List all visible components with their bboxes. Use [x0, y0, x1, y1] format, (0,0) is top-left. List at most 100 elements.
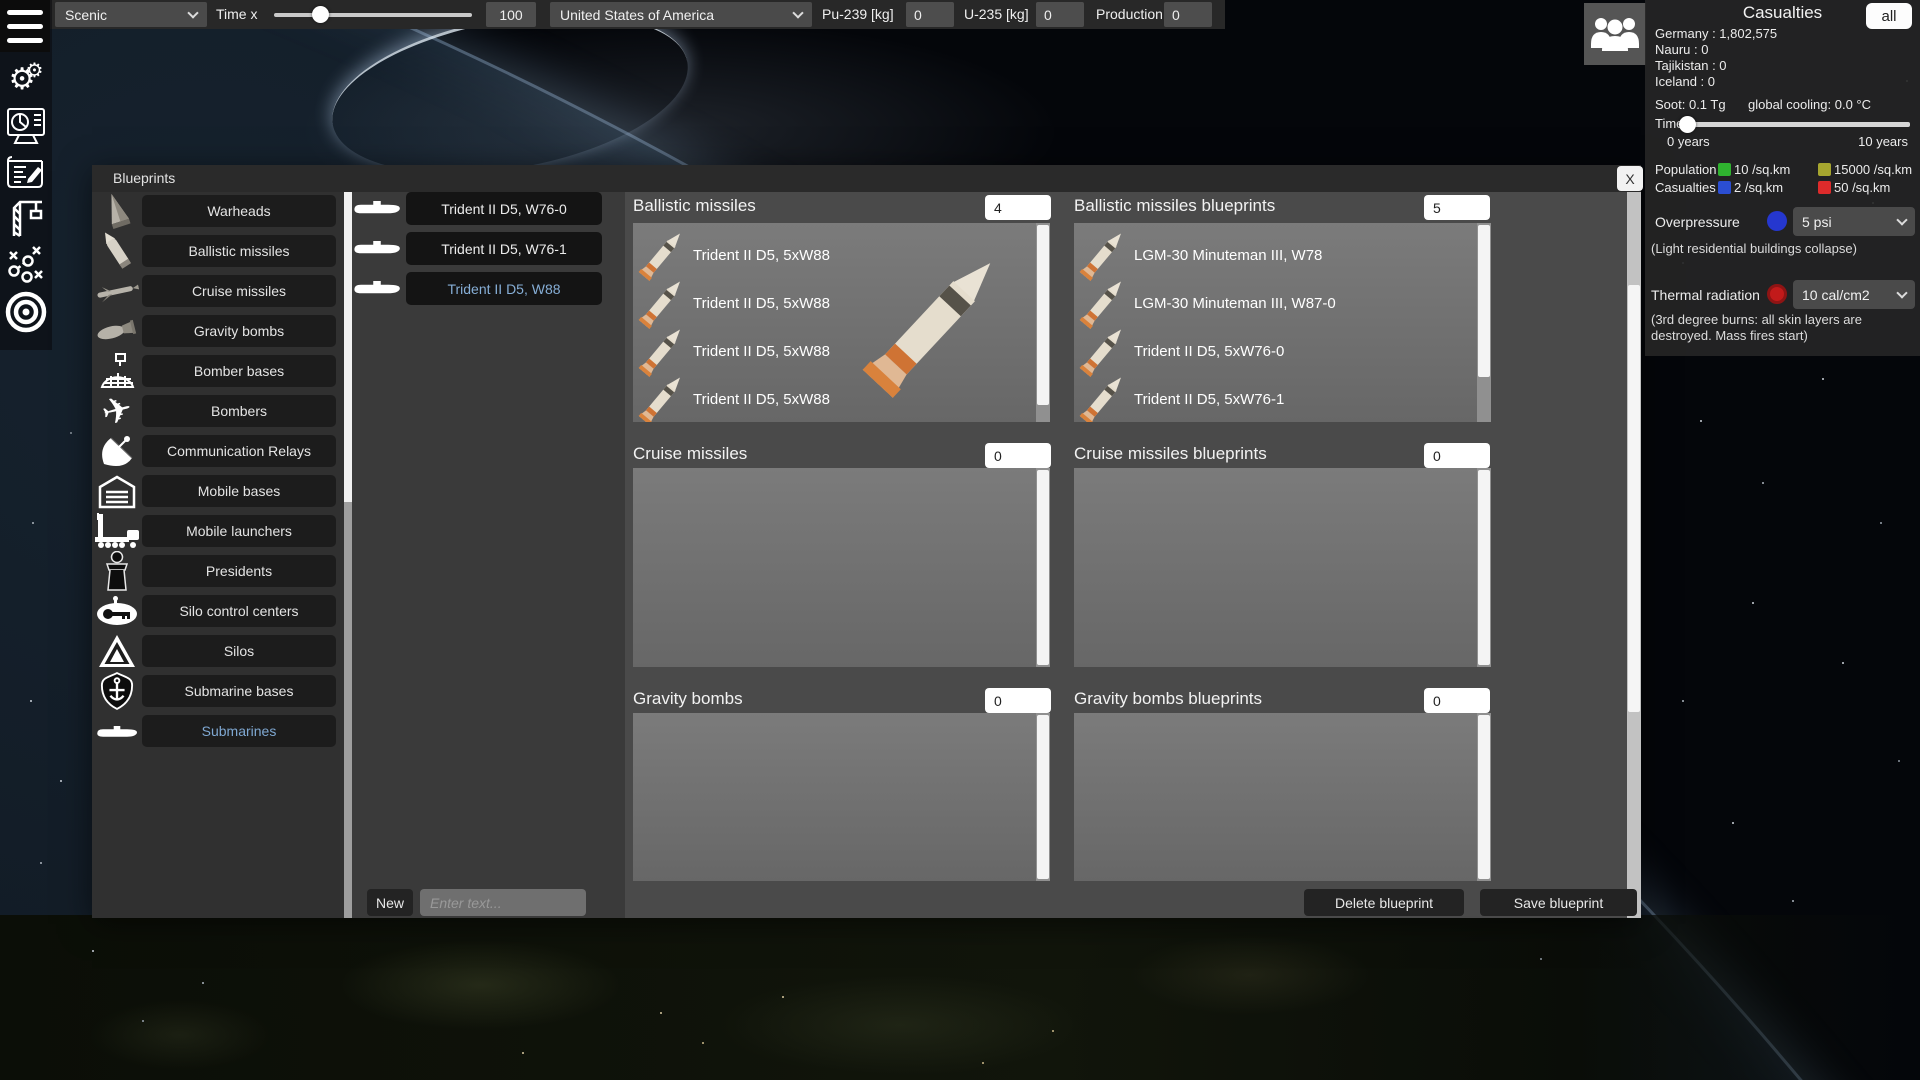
warhead-icon: [94, 191, 140, 231]
category-silo-control-centers[interactable]: Silo control centers: [142, 595, 336, 627]
time-x-value-input[interactable]: [486, 2, 536, 27]
delete-blueprint-button[interactable]: Delete blueprint: [1304, 889, 1464, 916]
casualties-low-swatch: [1718, 181, 1731, 194]
time-slider[interactable]: [1685, 122, 1910, 127]
pu239-input[interactable]: [906, 2, 954, 27]
list-scrollbar[interactable]: [1477, 713, 1491, 881]
country-value: United States of America: [560, 7, 714, 23]
section-count-input[interactable]: [985, 443, 1051, 468]
production-input[interactable]: [1164, 2, 1212, 27]
thermal-description: (3rd degree burns: all skin layers are d…: [1651, 312, 1913, 344]
category-submarines[interactable]: Submarines: [142, 715, 336, 747]
list-scrollbar[interactable]: [1477, 468, 1491, 667]
list-scrollbar[interactable]: [1036, 713, 1050, 881]
thermal-radiation-label: Thermal radiation: [1651, 287, 1760, 303]
category-bomber-bases[interactable]: Bomber bases: [142, 355, 336, 387]
section-count-input[interactable]: [1424, 688, 1490, 713]
time-max-label: 10 years: [1858, 134, 1908, 150]
casualties-panel: Casualties all Germany : 1,802,575 Nauru…: [1645, 0, 1920, 356]
category-gravity-bombs[interactable]: Gravity bombs: [142, 315, 336, 347]
strategy-icon[interactable]: [2, 242, 50, 286]
country-casualty-line: Iceland : 0: [1655, 74, 1715, 90]
settings-gear-icon[interactable]: ⚙⚙: [2, 58, 50, 102]
list-item[interactable]: LGM-30 Minuteman III, W78: [1088, 231, 1322, 279]
scenario-value: Scenic: [65, 7, 107, 23]
section-count-input[interactable]: [985, 688, 1051, 713]
time-min-label: 0 years: [1667, 134, 1710, 150]
category-warheads[interactable]: Warheads: [142, 195, 336, 227]
overpressure-select[interactable]: 5 psi: [1793, 207, 1915, 236]
silo-triangle-icon: [94, 631, 140, 671]
list-item-label: Trident II D5, 5xW76-0: [1134, 343, 1284, 360]
list-item[interactable]: Trident II D5, 5xW88: [647, 375, 830, 422]
thermal-radiation-select[interactable]: 10 cal/cm2: [1793, 280, 1915, 309]
planet-surface-detail: [0, 915, 1920, 1080]
list-item[interactable]: Trident II D5, 5xW76-0: [1088, 327, 1284, 375]
category-mobile-bases[interactable]: Mobile bases: [142, 475, 336, 507]
list-item[interactable]: Trident II D5, 5xW88: [647, 327, 830, 375]
missile-icon: [633, 224, 691, 286]
overpressure-description: (Light residential buildings collapse): [1651, 241, 1857, 257]
list-scrollbar[interactable]: [1477, 223, 1491, 422]
blueprint-item[interactable]: Trident II D5, W76-0: [406, 192, 602, 225]
country-select[interactable]: United States of America: [550, 2, 812, 27]
category-submarine-bases[interactable]: Submarine bases: [142, 675, 336, 707]
all-button[interactable]: all: [1866, 3, 1912, 29]
blueprint-item[interactable]: Trident II D5, W76-1: [406, 232, 602, 265]
u235-input[interactable]: [1036, 2, 1084, 27]
statistics-icon[interactable]: [2, 104, 50, 148]
screen: Scenic Time x United States of America P…: [0, 0, 1920, 1080]
window-titlebar[interactable]: Blueprints: [92, 165, 1641, 192]
pu239-label: Pu-239 [kg]: [822, 6, 894, 22]
list-item[interactable]: Trident II D5, 5xW88: [647, 231, 830, 279]
blueprint-name-input[interactable]: [420, 889, 586, 916]
category-cruise-missiles[interactable]: Cruise missiles: [142, 275, 336, 307]
list-item[interactable]: Trident II D5, 5xW76-1: [1088, 375, 1284, 422]
save-blueprint-button[interactable]: Save blueprint: [1480, 889, 1637, 916]
section-count-input[interactable]: [1424, 443, 1490, 468]
section-count-input[interactable]: [985, 195, 1051, 220]
construction-crane-icon[interactable]: [2, 196, 50, 240]
list-scrollbar[interactable]: [1036, 468, 1050, 667]
close-button[interactable]: X: [1617, 166, 1643, 191]
menu-icon[interactable]: [0, 0, 50, 52]
category-mobile-launchers[interactable]: Mobile launchers: [142, 515, 336, 547]
submarine-icon: [350, 241, 404, 257]
population-high-swatch: [1818, 163, 1831, 176]
section-count-input[interactable]: [1424, 195, 1490, 220]
gravity-bombs-list: [633, 713, 1050, 881]
overpressure-value: 5 psi: [1802, 214, 1832, 230]
submarine-icon: [350, 281, 404, 297]
casualties-label: Casualties: [1655, 180, 1716, 196]
country-casualty-line: Germany : 1,802,575: [1655, 26, 1777, 42]
chevron-down-icon: [1896, 214, 1907, 225]
list-item-label: Trident II D5, 5xW88: [693, 247, 830, 264]
list-item[interactable]: Trident II D5, 5xW88: [647, 279, 830, 327]
scenario-select[interactable]: Scenic: [55, 2, 207, 27]
target-icon[interactable]: [2, 290, 50, 334]
missile-preview: [854, 241, 1015, 407]
category-ballistic-missiles[interactable]: Ballistic missiles: [142, 235, 336, 267]
category-communication-relays[interactable]: Communication Relays: [142, 435, 336, 467]
blueprints-icon[interactable]: [2, 150, 50, 194]
blueprint-item-selected[interactable]: Trident II D5, W88: [406, 272, 602, 305]
time-x-slider[interactable]: [274, 13, 472, 17]
list-item[interactable]: LGM-30 Minuteman III, W87-0: [1088, 279, 1336, 327]
time-slider-handle[interactable]: [1679, 116, 1696, 133]
casualties-high-value: 50 /sq.km: [1834, 180, 1890, 196]
time-x-slider-handle[interactable]: [312, 6, 329, 23]
category-bombers[interactable]: Bombers: [142, 395, 336, 427]
chevron-down-icon: [187, 7, 198, 18]
section-title: Ballistic missiles blueprints: [1074, 196, 1275, 216]
section-title: Cruise missiles: [633, 444, 747, 464]
garage-icon: [94, 471, 140, 511]
casualties-high-swatch: [1818, 181, 1831, 194]
category-presidents[interactable]: Presidents: [142, 555, 336, 587]
airplane-icon: ✈: [94, 391, 140, 431]
new-button[interactable]: New: [367, 889, 413, 916]
window-scrollbar[interactable]: [1627, 192, 1641, 918]
blueprint-column-scrollbar[interactable]: [344, 192, 352, 918]
list-scrollbar[interactable]: [1036, 223, 1050, 422]
category-silos[interactable]: Silos: [142, 635, 336, 667]
population-icon[interactable]: [1584, 3, 1646, 65]
